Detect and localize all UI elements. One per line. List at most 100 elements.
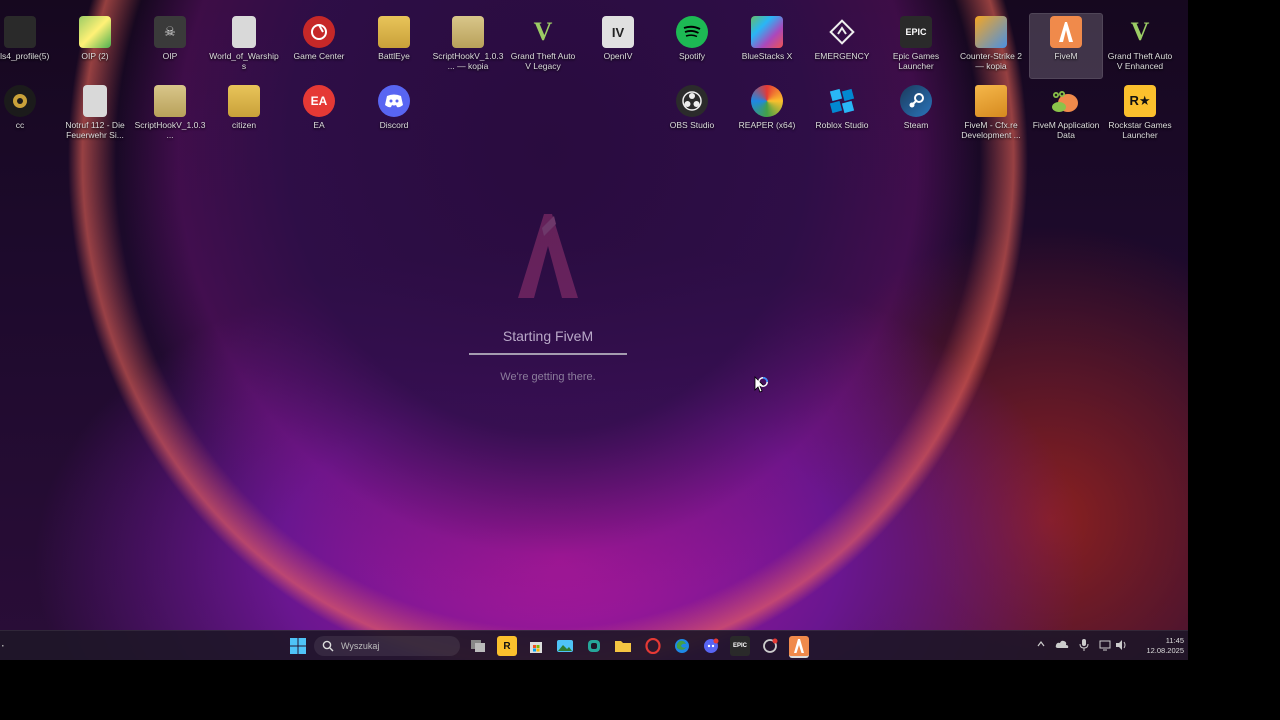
- taskbar-edge[interactable]: [672, 636, 692, 656]
- taskbar-store[interactable]: [526, 636, 546, 656]
- skull-icon: ☠: [154, 16, 186, 48]
- desktop-icon-openiv[interactable]: IV OpenIV: [582, 14, 654, 78]
- desktop-icon-oip-2[interactable]: OIP (2): [59, 14, 131, 78]
- tray-cloud-icon[interactable]: [1055, 639, 1069, 653]
- desktop-icon-scripthookv[interactable]: ScriptHookV_1.0.3...: [134, 83, 206, 147]
- copilot-icon: [588, 640, 600, 652]
- taskbar-copilot[interactable]: [584, 636, 604, 656]
- desktop-icon-cc[interactable]: cc: [0, 83, 56, 147]
- desktop-icon-label: OIP (2): [81, 51, 109, 61]
- desktop-icon-steam[interactable]: Steam: [880, 83, 952, 147]
- desktop-icon-rockstar-launcher[interactable]: R★ Rockstar Games Launcher: [1104, 83, 1176, 147]
- desktop-icon-label: EA: [313, 120, 325, 130]
- desktop-icon-label: World_of_Warships: [209, 51, 279, 71]
- desktop-icon-fivem-cfx-dev[interactable]: FiveM - Cfx.re Development ...: [955, 83, 1027, 147]
- zip-folder-icon: [154, 85, 186, 117]
- clock-date: 12.08.2025: [1146, 646, 1184, 655]
- desktop-icon-label: Rockstar Games Launcher: [1108, 120, 1172, 140]
- search-icon: [322, 640, 334, 652]
- taskbar-rockstar-launcher[interactable]: R: [497, 636, 517, 656]
- taskbar-clock[interactable]: 11:45 12.08.2025: [1128, 636, 1184, 656]
- show-desktop-handle[interactable]: ·: [0, 636, 6, 656]
- desktop-icon-obs-studio[interactable]: OBS Studio: [656, 83, 728, 147]
- image-file-icon: [79, 16, 111, 48]
- desktop-icon-battleye[interactable]: BattlEye: [358, 14, 430, 78]
- desktop-icon-fivem[interactable]: FiveM: [1029, 13, 1103, 79]
- taskbar-rockstar-social[interactable]: [760, 636, 780, 656]
- taskbar-search[interactable]: [314, 636, 460, 656]
- desktop-icon-game-center[interactable]: Game Center: [283, 14, 355, 78]
- emergency-icon: [826, 16, 858, 48]
- opera-icon: [645, 638, 661, 654]
- file-icon: [232, 16, 256, 48]
- profile-icon: [4, 16, 36, 48]
- desktop-icon-profile[interactable]: nels4_profile(5): [0, 14, 56, 78]
- tray-overflow-chevron-up-icon[interactable]: [1034, 639, 1048, 653]
- desktop-icon-roblox-studio[interactable]: Roblox Studio: [806, 83, 878, 147]
- desktop-icon-scripthookv-kopia[interactable]: ScriptHookV_1.0.3... — kopia: [432, 14, 504, 78]
- desktop-icon-gtav-enhanced[interactable]: V Grand Theft Auto V Enhanced: [1104, 14, 1176, 78]
- taskbar-epic-games[interactable]: EPIC: [730, 636, 750, 656]
- loading-progress-bar: [469, 353, 627, 355]
- desktop-icon-label: Roblox Studio: [815, 120, 869, 130]
- taskbar-file-explorer[interactable]: [613, 636, 633, 656]
- game-center-icon: [303, 16, 335, 48]
- desktop-icon-gtav-legacy[interactable]: V Grand Theft Auto V Legacy: [507, 14, 579, 78]
- gta-v-icon: V: [1130, 17, 1150, 46]
- desktop-icon-ea[interactable]: EA EA: [283, 83, 355, 147]
- discord-icon: [378, 85, 410, 117]
- reaper-icon: [751, 85, 783, 117]
- steam-icon: [900, 85, 932, 117]
- snail-icon: [1050, 85, 1082, 117]
- windows-logo-icon: [290, 638, 306, 654]
- volume-icon[interactable]: [1114, 639, 1128, 653]
- microphone-icon[interactable]: [1077, 639, 1091, 653]
- counter-strike-icon: [975, 16, 1007, 48]
- taskbar-opera[interactable]: [643, 636, 663, 656]
- taskbar-fivem[interactable]: [789, 636, 809, 658]
- taskbar-photos[interactable]: [555, 636, 575, 656]
- fivem-loading-splash: Starting FiveM We're getting there.: [468, 210, 628, 383]
- desktop-icon-epic-games-launcher[interactable]: EPIC Epic Games Launcher: [880, 14, 952, 78]
- bluestacks-icon: [751, 16, 783, 48]
- folder-icon: [378, 16, 410, 48]
- cfx-box-icon: [975, 85, 1007, 117]
- fivem-logo-icon: [508, 210, 588, 300]
- desktop-icon-citizen[interactable]: citizen: [208, 83, 280, 147]
- desktop-icon-label: BlueStacks X: [741, 51, 793, 61]
- desktop-icon-fivem-app-data[interactable]: FiveM Application Data: [1030, 83, 1102, 147]
- desktop-icon-counter-strike-2[interactable]: Counter-Strike 2 — kopia: [955, 14, 1027, 78]
- zip-folder-icon: [452, 16, 484, 48]
- desktop-icon-label: OIP: [162, 51, 178, 61]
- desktop-icon-oip[interactable]: ☠ OIP: [134, 14, 206, 78]
- desktop-icon-label: Epic Games Launcher: [892, 51, 940, 71]
- desktop-icon-emergency[interactable]: EMERGENCY: [806, 14, 878, 78]
- desktop-icon-reaper[interactable]: REAPER (x64): [731, 83, 803, 147]
- loading-progress-fill: [469, 353, 627, 355]
- desktop-icon-label: Grand Theft Auto V Enhanced: [1107, 51, 1173, 71]
- desktop-icon-label: FiveM - Cfx.re Development ...: [961, 120, 1021, 140]
- desktop-icon-notruf-112[interactable]: Notruf 112 - Die Feuerwehr Si...: [59, 83, 131, 147]
- spotify-icon: [676, 16, 708, 48]
- search-input[interactable]: [339, 640, 453, 652]
- desktop-icon-spotify[interactable]: Spotify: [656, 14, 728, 78]
- desktop-icon-bluestacks-x[interactable]: BlueStacks X: [731, 14, 803, 78]
- desktop-icon-label: REAPER (x64): [738, 120, 796, 130]
- network-icon[interactable]: [1098, 639, 1112, 653]
- desktop-icon-label: FiveM: [1054, 51, 1078, 61]
- loading-title: Starting FiveM: [502, 328, 594, 344]
- taskbar-discord[interactable]: [701, 636, 721, 656]
- desktop-icon-label: citizen: [231, 120, 257, 130]
- start-button[interactable]: [288, 636, 308, 656]
- rockstar-icon: R★: [1124, 85, 1156, 117]
- desktop-icon-discord[interactable]: Discord: [358, 83, 430, 147]
- desktop-icon-world-of-warships[interactable]: World_of_Warships: [208, 14, 280, 78]
- desktop: nels4_profile(5) OIP (2) ☠ OIP World_of_…: [0, 0, 1188, 660]
- task-view-button[interactable]: [468, 636, 488, 656]
- desktop-icon-label: Grand Theft Auto V Legacy: [510, 51, 576, 71]
- openiv-icon: IV: [602, 16, 634, 48]
- game-center-icon: [763, 638, 778, 653]
- folder-icon: [228, 85, 260, 117]
- desktop-icon-label: Spotify: [679, 51, 705, 61]
- desktop-icon-label: Discord: [379, 120, 409, 130]
